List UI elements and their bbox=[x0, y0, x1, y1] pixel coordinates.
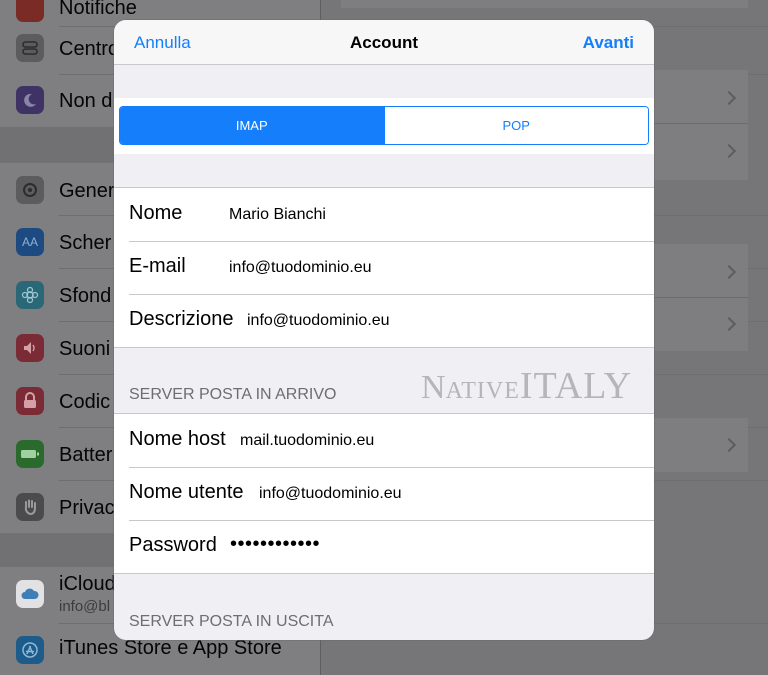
watermark-text: ATIVE bbox=[445, 378, 520, 404]
protocol-selector-band: IMAP POP bbox=[114, 98, 654, 154]
email-value[interactable]: info@tuodominio.eu bbox=[229, 259, 372, 277]
outgoing-server-header: SERVER POSTA IN USCITA bbox=[129, 613, 334, 630]
chevron-right-icon bbox=[721, 143, 737, 159]
chevron-right-icon bbox=[721, 264, 737, 280]
sidebar-item-label: Notifiche bbox=[59, 0, 137, 19]
account-fields-group: Nome Mario Bianchi E-mail info@tuodomini… bbox=[114, 187, 654, 348]
lock-icon bbox=[16, 387, 44, 415]
sidebar-item-label: Centro bbox=[59, 38, 120, 60]
text-size-icon: AA bbox=[16, 228, 44, 256]
segment-pop[interactable]: POP bbox=[383, 107, 648, 144]
username-value[interactable]: info@tuodominio.eu bbox=[259, 485, 402, 503]
hostname-value[interactable]: mail.tuodominio.eu bbox=[240, 432, 374, 450]
field-label: Nome bbox=[129, 202, 183, 224]
app-store-icon bbox=[16, 636, 44, 664]
page-title: Account bbox=[350, 33, 418, 52]
chevron-right-icon bbox=[721, 316, 737, 332]
account-setup-sheet: Annulla Account Avanti IMAP POP Nome Mar… bbox=[114, 20, 654, 640]
navigation-bar: Annulla Account Avanti bbox=[114, 20, 654, 65]
sidebar-item-label: Scher bbox=[59, 232, 112, 254]
watermark-text: N bbox=[421, 369, 446, 406]
sidebar-item-label: Codic bbox=[59, 391, 111, 413]
sidebar-item-label: Non d bbox=[59, 90, 113, 112]
field-label: E-mail bbox=[129, 255, 186, 277]
next-button[interactable]: Avanti bbox=[583, 33, 634, 53]
watermark-text: ITALY bbox=[519, 365, 633, 407]
wallpaper-icon bbox=[16, 281, 44, 309]
battery-icon bbox=[16, 440, 44, 468]
control-center-icon bbox=[16, 34, 44, 62]
sidebar-item-label: Sfond bbox=[59, 285, 112, 307]
description-value[interactable]: info@tuodominio.eu bbox=[247, 312, 390, 330]
sidebar-item-label: Gener bbox=[59, 180, 115, 202]
password-field[interactable]: Password •••••••••••• bbox=[114, 520, 654, 573]
sidebar-item-label: iTunes Store e App Store bbox=[59, 637, 282, 659]
detail-card bbox=[341, 0, 748, 8]
hostname-field[interactable]: Nome host mail.tuodominio.eu bbox=[114, 414, 654, 467]
field-label: Nome host bbox=[129, 428, 226, 450]
field-label: Descrizione bbox=[129, 308, 234, 330]
moon-icon bbox=[16, 86, 44, 114]
hand-icon bbox=[16, 493, 44, 521]
sidebar-item-sublabel: info@bl bbox=[59, 598, 111, 615]
incoming-server-group: Nome host mail.tuodominio.eu Nome utente… bbox=[114, 413, 654, 574]
username-field[interactable]: Nome utente info@tuodominio.eu bbox=[114, 467, 654, 520]
description-field[interactable]: Descrizione info@tuodominio.eu bbox=[114, 294, 654, 347]
name-value[interactable]: Mario Bianchi bbox=[229, 206, 326, 224]
segment-imap[interactable]: IMAP bbox=[120, 107, 384, 144]
speaker-icon bbox=[16, 334, 44, 362]
password-value[interactable]: •••••••••••• bbox=[230, 533, 320, 556]
sidebar-item-label: iCloud bbox=[59, 573, 116, 595]
name-field[interactable]: Nome Mario Bianchi bbox=[114, 188, 654, 241]
sidebar-item-label: Suoni bbox=[59, 338, 111, 360]
notifications-icon bbox=[16, 0, 44, 22]
chevron-right-icon bbox=[721, 437, 737, 453]
icloud-icon bbox=[16, 580, 44, 608]
chevron-right-icon bbox=[721, 90, 737, 106]
field-label: Password bbox=[129, 534, 217, 556]
email-field[interactable]: E-mail info@tuodominio.eu bbox=[114, 241, 654, 294]
gear-icon bbox=[16, 176, 44, 204]
protocol-segmented-control[interactable]: IMAP POP bbox=[119, 106, 649, 145]
field-label: Nome utente bbox=[129, 481, 244, 503]
incoming-server-header: SERVER POSTA IN ARRIVO bbox=[129, 386, 337, 403]
watermark: NATIVEITALY bbox=[421, 364, 632, 408]
sidebar-item-label: Privac bbox=[59, 497, 115, 519]
sidebar-item-label: Batter bbox=[59, 444, 113, 466]
